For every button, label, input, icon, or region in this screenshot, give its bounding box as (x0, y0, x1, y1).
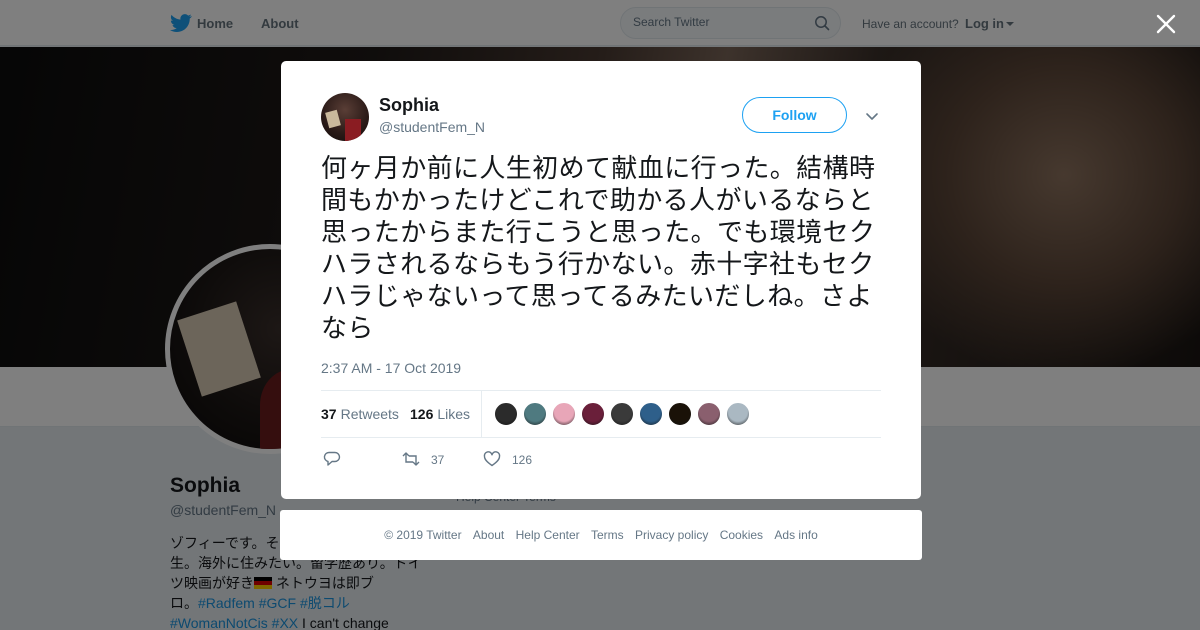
footer-link-privacy[interactable]: Privacy policy (635, 528, 708, 542)
modal-footer: © 2019 Twitter About Help Center Terms P… (280, 510, 922, 560)
likes-stat[interactable]: 126 Likes (410, 406, 470, 422)
likes-label: Likes (437, 406, 471, 422)
footer-link-about[interactable]: About (473, 528, 504, 542)
tweet-author-name[interactable]: Sophia (379, 95, 439, 116)
tweet-author-avatar[interactable] (321, 93, 369, 141)
retweets-label: Retweets (340, 406, 399, 422)
footer-link-cookies[interactable]: Cookies (720, 528, 763, 542)
tweet-text: 何ヶ月か前に人生初めて献血に行った。結構時間もかかったけどこれで助かる人がいるな… (321, 154, 876, 344)
tweet-actions: 37 126 (321, 447, 881, 471)
heart-icon (483, 451, 501, 467)
divider (481, 391, 482, 437)
footer-link-terms[interactable]: Terms (591, 528, 624, 542)
liker-avatar[interactable] (581, 402, 605, 426)
liker-avatar[interactable] (523, 402, 547, 426)
liker-avatar[interactable] (726, 402, 750, 426)
retweets-stat[interactable]: 37 Retweets (321, 406, 399, 422)
avatar-detail (325, 109, 341, 129)
tweet-stats: 37 Retweets 126 Likes (321, 390, 881, 438)
liker-avatar[interactable] (697, 402, 721, 426)
footer-links: © 2019 Twitter About Help Center Terms P… (280, 528, 922, 542)
footer-copyright: © 2019 Twitter (384, 528, 462, 542)
avatar-detail (345, 119, 361, 141)
tweet-timestamp[interactable]: 2:37 AM - 17 Oct 2019 (321, 360, 461, 376)
tweet-author-handle[interactable]: @studentFem_N (379, 119, 485, 135)
liker-avatar[interactable] (668, 402, 692, 426)
follow-button[interactable]: Follow (742, 97, 847, 133)
liker-avatar[interactable] (610, 402, 634, 426)
likes-count: 126 (410, 406, 434, 422)
footer-link-ads-info[interactable]: Ads info (774, 528, 817, 542)
retweets-count: 37 (321, 406, 337, 422)
tweet-modal: Sophia @studentFem_N Follow 何ヶ月か前に人生初めて献… (281, 61, 921, 499)
footer-link-help-center[interactable]: Help Center (516, 528, 580, 542)
close-icon[interactable] (1154, 12, 1178, 36)
liker-avatar[interactable] (494, 402, 518, 426)
retweet-count: 37 (431, 453, 445, 467)
chevron-down-icon[interactable] (864, 108, 880, 124)
reply-icon (323, 451, 341, 466)
retweet-icon (402, 452, 420, 466)
like-count: 126 (512, 453, 533, 467)
liker-avatar[interactable] (639, 402, 663, 426)
liker-avatar[interactable] (552, 402, 576, 426)
